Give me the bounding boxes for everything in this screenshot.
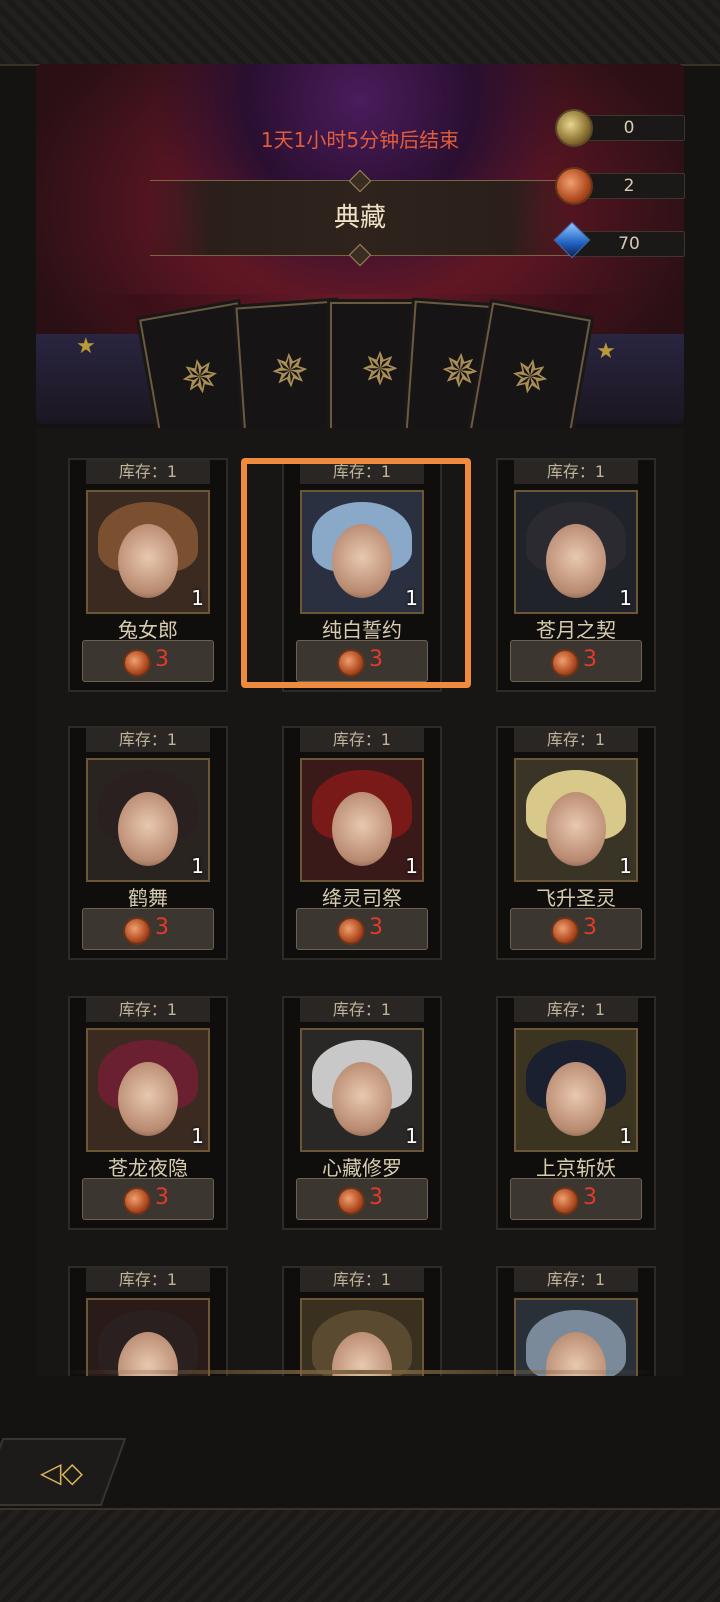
copper-coin-icon [551,649,579,677]
item-name: 飞升圣灵 [536,886,616,910]
item-quantity: 1 [619,1124,632,1148]
price-amount: 3 [583,915,597,940]
compass-star-icon: ✵ [235,300,345,442]
bottom-frame [0,1508,720,1602]
character-portrait: 1 [86,758,210,882]
price-amount: 3 [155,1185,169,1210]
back-button[interactable]: ◁◇ [0,1438,128,1506]
buy-button[interactable]: 3 [82,640,214,682]
price-amount: 3 [369,1185,383,1210]
item-name: 苍龙夜隐 [108,1156,188,1180]
item-name: 鹤舞 [128,886,168,910]
currency-crystal: 70 [553,221,685,259]
star-decoration-icon: ★ [76,334,96,359]
stock-label: 库存：1 [86,728,210,752]
copper-coin-icon [123,917,151,945]
divider [60,1370,660,1374]
buy-button[interactable]: 3 [510,908,642,950]
item-card[interactable]: 库存：1 [282,1266,442,1376]
item-card[interactable]: 库存：1 1 心藏修罗 3 [282,996,442,1230]
stock-label: 库存：1 [514,460,638,484]
item-quantity: 1 [619,854,632,878]
stock-label: 库存：1 [514,728,638,752]
price-amount: 3 [583,647,597,672]
stock-label: 库存：1 [300,1268,424,1292]
item-quantity: 1 [405,854,418,878]
character-portrait: 1 [300,1028,424,1152]
stock-label: 库存：1 [86,1268,210,1292]
item-name: 苍月之契 [536,618,616,642]
title-plate: 典藏 [150,169,570,267]
item-name: 上京斩妖 [536,1156,616,1180]
item-card[interactable]: 库存：1 1 兔女郎 3 [68,458,228,692]
item-card[interactable]: 库存：1 [496,1266,656,1376]
item-quantity: 1 [191,854,204,878]
item-card[interactable]: 库存：1 1 鹤舞 3 [68,726,228,960]
back-arrow-icon: ◁◇ [40,1456,84,1489]
currency-gold: 0 [555,109,685,147]
character-portrait: 1 [86,1028,210,1152]
event-timer: 1天1小时5分钟后结束 [260,128,460,152]
currency-copper: 2 [555,167,685,205]
buy-button[interactable]: 3 [510,640,642,682]
item-card[interactable]: 库存：1 1 苍月之契 3 [496,458,656,692]
character-portrait: 1 [300,758,424,882]
buy-button[interactable]: 3 [296,908,428,950]
item-quantity: 1 [191,586,204,610]
gold-coin-icon [555,109,593,147]
buy-button[interactable]: 3 [296,1178,428,1220]
copper-coin-icon [555,167,593,205]
price-amount: 3 [369,915,383,940]
item-card[interactable]: 库存：1 1 苍龙夜隐 3 [68,996,228,1230]
character-portrait: 1 [514,758,638,882]
buy-button[interactable]: 3 [82,1178,214,1220]
character-portrait: 1 [514,1028,638,1152]
stock-label: 库存：1 [514,1268,638,1292]
buy-button[interactable]: 3 [510,1178,642,1220]
stock-label: 库存：1 [86,998,210,1022]
price-amount: 3 [155,647,169,672]
stock-label: 库存：1 [300,998,424,1022]
buy-button[interactable]: 3 [82,908,214,950]
stock-label: 库存：1 [300,728,424,752]
character-portrait: 1 [514,490,638,614]
character-portrait [514,1298,638,1376]
tarot-cards: ✵ ✵ ✵ ✵ ✵ [130,300,591,452]
copper-coin-icon [551,1187,579,1215]
item-name: 心藏修罗 [322,1156,402,1180]
item-quantity: 1 [191,1124,204,1148]
character-portrait [300,1298,424,1376]
price-amount: 3 [583,1185,597,1210]
stock-label: 库存：1 [514,998,638,1022]
copper-coin-icon [337,917,365,945]
stock-label: 库存：1 [86,460,210,484]
item-card[interactable]: 库存：1 [68,1266,228,1376]
item-name: 兔女郎 [118,618,178,642]
star-decoration-icon: ★ [596,339,616,364]
item-card[interactable]: 库存：1 1 飞升圣灵 3 [496,726,656,960]
copper-coin-icon [123,1187,151,1215]
item-card[interactable]: 库存：1 1 绛灵司祭 3 [282,726,442,960]
item-card[interactable]: 库存：1 1 上京斩妖 3 [496,996,656,1230]
character-portrait [86,1298,210,1376]
copper-coin-icon [337,1187,365,1215]
copper-coin-icon [551,917,579,945]
currency-crystal-value: 70 [573,231,685,257]
price-amount: 3 [155,915,169,940]
copper-coin-icon [123,649,151,677]
item-quantity: 1 [405,1124,418,1148]
selection-highlight [241,458,471,688]
character-portrait: 1 [86,490,210,614]
top-frame [0,0,720,66]
item-name: 绛灵司祭 [322,886,402,910]
item-quantity: 1 [619,586,632,610]
